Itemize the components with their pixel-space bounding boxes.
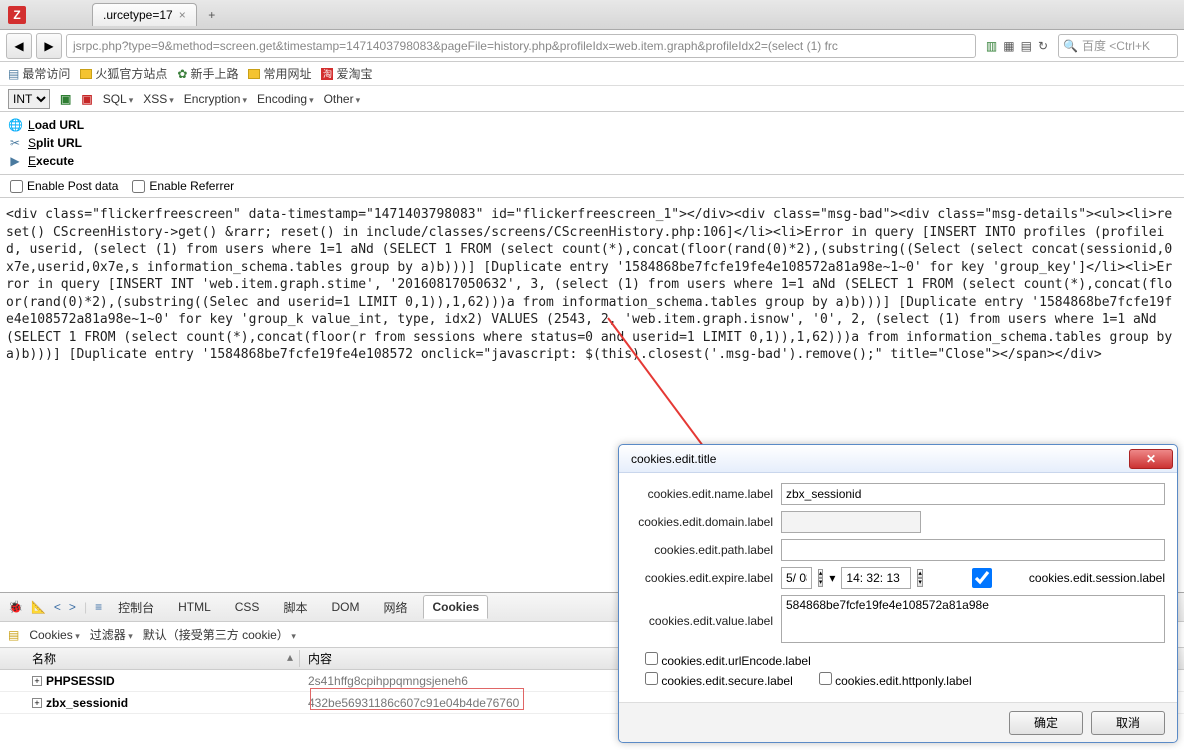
expand-icon[interactable]: + — [32, 676, 42, 686]
execute-icon: ▶ — [8, 154, 22, 168]
cookie-edit-dialog: cookies.edit.title ✕ cookies.edit.name.l… — [618, 444, 1178, 743]
expand-icon[interactable]: + — [32, 698, 42, 708]
xss-menu[interactable]: XSS — [143, 92, 174, 106]
db-remove-icon[interactable]: ▣ — [81, 92, 92, 106]
domain-label: cookies.edit.domain.label — [631, 515, 781, 529]
reload-icon[interactable]: ↻ — [1038, 39, 1048, 53]
enable-post-checkbox[interactable]: Enable Post data — [10, 179, 118, 193]
next-icon[interactable]: > — [69, 600, 76, 614]
cmd-icon[interactable]: ≡ — [95, 600, 102, 614]
back-button[interactable]: ◀ — [6, 33, 32, 59]
address-bar[interactable]: jsrpc.php?type=9&method=screen.get&times… — [66, 34, 976, 58]
urlencode-checkbox[interactable]: cookies.edit.urlEncode.label — [645, 652, 811, 668]
tab-script[interactable]: 脚本 — [275, 595, 315, 620]
zabbix-favicon: Z — [8, 6, 26, 24]
path-field[interactable] — [781, 539, 1165, 561]
bookmarks-bar: ▤最常访问 火狐官方站点 ✿新手上路 常用网址 淘爱淘宝 — [0, 62, 1184, 86]
enable-referrer-checkbox[interactable]: Enable Referrer — [132, 179, 234, 193]
expire-time-field[interactable] — [841, 567, 911, 589]
load-url-button[interactable]: Load URL — [28, 118, 84, 132]
tab-net[interactable]: 网络 — [375, 595, 415, 620]
search-box[interactable]: 🔍 百度 <Ctrl+K — [1058, 34, 1178, 58]
execute-button[interactable]: Execute — [28, 154, 74, 168]
prev-icon[interactable]: < — [54, 600, 61, 614]
browser-tab[interactable]: .urcetype=17 × — [92, 3, 197, 26]
search-placeholder: 百度 <Ctrl+K — [1082, 37, 1150, 54]
default-policy-menu[interactable]: 默认（接受第三方 cookie） — [143, 626, 296, 643]
grid-icon[interactable]: ▦ — [1003, 39, 1014, 53]
calendar-icon[interactable]: ▾ — [829, 571, 835, 585]
secure-checkbox[interactable]: cookies.edit.secure.label — [645, 672, 793, 688]
db-add-icon[interactable]: ▣ — [60, 92, 71, 106]
firebug-icon[interactable]: 🐞 — [8, 600, 23, 614]
bookmark-aitaobao[interactable]: 淘爱淘宝 — [321, 65, 372, 82]
value-label: cookies.edit.value.label — [631, 614, 781, 628]
session-checkbox[interactable]: cookies.edit.session.label — [939, 568, 1165, 588]
nav-icons: ▥ ▦ ▤ ↻ — [980, 39, 1054, 53]
cookies-panel-icon[interactable]: ▤ — [8, 628, 19, 642]
shield-icon[interactable]: ▥ — [986, 39, 997, 53]
tab-bar: Z .urcetype=17 × + — [0, 0, 1184, 30]
close-tab-icon[interactable]: × — [179, 8, 186, 22]
tab-html[interactable]: HTML — [170, 596, 219, 618]
search-engine-icon: 🔍 — [1063, 39, 1078, 53]
type-select[interactable]: INT — [8, 89, 50, 109]
value-field[interactable]: 584868be7fcfe19fe4e108572a81a98e — [781, 595, 1165, 643]
tab-cookies[interactable]: Cookies — [423, 595, 488, 619]
bookmark-icon[interactable]: ▤ — [1021, 39, 1032, 53]
most-visited[interactable]: ▤最常访问 — [8, 65, 70, 82]
load-url-icon: 🌐 — [8, 118, 22, 132]
httponly-checkbox[interactable]: cookies.edit.httponly.label — [819, 672, 972, 688]
name-field[interactable] — [781, 483, 1165, 505]
col-name[interactable]: 名称 ▴ — [0, 650, 300, 667]
new-tab-button[interactable]: + — [201, 4, 223, 26]
cancel-button[interactable]: 取消 — [1091, 711, 1165, 735]
time-spinner[interactable]: ▴▾ — [917, 569, 923, 587]
name-label: cookies.edit.name.label — [631, 487, 781, 501]
cookies-menu[interactable]: Cookies — [29, 628, 79, 642]
other-menu[interactable]: Other — [324, 92, 361, 106]
nav-bar: ◀ ▶ jsrpc.php?type=9&method=screen.get&t… — [0, 30, 1184, 62]
dialog-title: cookies.edit.title — [631, 452, 716, 466]
sql-menu[interactable]: SQL — [103, 92, 134, 106]
dialog-close-button[interactable]: ✕ — [1129, 449, 1173, 469]
split-url-button[interactable]: Split URL — [28, 136, 82, 150]
hackbar-actions: 🌐 Load URL ✂ Split URL ▶ Execute — [0, 112, 1184, 175]
inspect-icon[interactable]: 📐 — [31, 600, 46, 614]
filter-menu[interactable]: 过滤器 — [90, 626, 133, 643]
domain-field[interactable] — [781, 511, 921, 533]
encryption-menu[interactable]: Encryption — [184, 92, 247, 106]
tab-css[interactable]: CSS — [227, 596, 268, 618]
split-url-icon: ✂ — [8, 136, 22, 150]
bookmark-common[interactable]: 常用网址 — [248, 65, 311, 82]
encoding-menu[interactable]: Encoding — [257, 92, 314, 106]
bookmark-newbie[interactable]: ✿新手上路 — [177, 65, 238, 82]
expire-label: cookies.edit.expire.label — [631, 571, 781, 585]
tab-title: .urcetype=17 — [103, 8, 173, 22]
url-text: jsrpc.php?type=9&method=screen.get&times… — [73, 39, 838, 53]
forward-button[interactable]: ▶ — [36, 33, 62, 59]
date-spinner[interactable]: ▴▾ — [818, 569, 824, 587]
dialog-titlebar[interactable]: cookies.edit.title ✕ — [619, 445, 1177, 473]
tab-dom[interactable]: DOM — [323, 596, 367, 618]
expire-date-field[interactable] — [781, 567, 812, 589]
bookmark-firefox[interactable]: 火狐官方站点 — [80, 65, 167, 82]
ok-button[interactable]: 确定 — [1009, 711, 1083, 735]
hackbar-toolbar: INT ▣ ▣ SQL XSS Encryption Encoding Othe… — [0, 86, 1184, 112]
path-label: cookies.edit.path.label — [631, 543, 781, 557]
tab-console[interactable]: 控制台 — [110, 595, 162, 620]
page-content: <div class="flickerfreescreen" data-time… — [0, 198, 1184, 372]
post-options: Enable Post data Enable Referrer — [0, 175, 1184, 198]
